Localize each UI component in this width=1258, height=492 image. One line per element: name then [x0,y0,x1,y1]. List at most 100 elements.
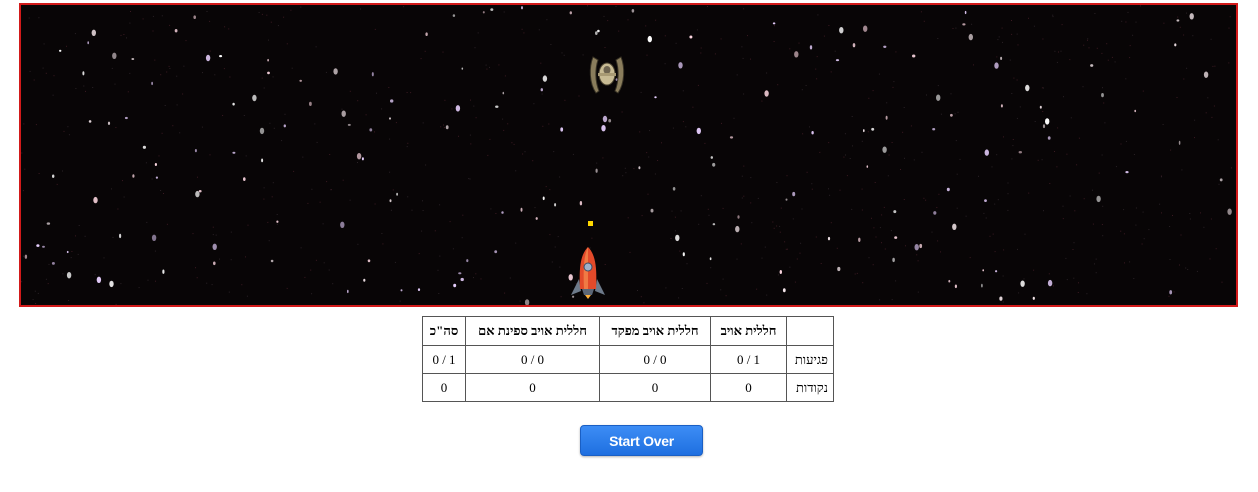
star [132,174,135,178]
star [710,156,713,159]
star [361,157,364,161]
header-commander: חללית אויב מפקד [599,316,711,346]
star [1045,118,1050,125]
star [1042,124,1046,129]
star [772,22,776,25]
star [1203,71,1209,78]
star [59,49,62,52]
star [1096,195,1101,203]
star [782,288,786,293]
star [932,128,936,131]
star [109,280,114,288]
star [602,115,608,123]
star [1134,109,1137,113]
star [252,94,257,102]
star [968,33,973,41]
star [542,196,545,201]
start-over-button[interactable]: Start Over [580,425,703,456]
star [1047,136,1051,140]
star [994,62,999,69]
star [835,59,840,62]
star [883,45,887,48]
star [24,254,28,259]
star [535,217,538,220]
star [729,136,734,139]
star [213,261,216,266]
star [650,208,654,213]
star [195,190,200,198]
star [882,146,887,153]
star [595,168,598,173]
star [205,54,211,62]
star [243,177,246,182]
star [267,58,269,62]
star [764,90,769,97]
star [155,176,158,179]
star [1178,140,1181,145]
star [871,127,875,131]
star [858,237,861,242]
star [87,41,89,45]
star [521,6,523,10]
bullet [588,221,593,226]
star [425,32,428,36]
star [154,163,157,166]
star [894,236,898,239]
star [682,252,685,257]
star [88,120,92,123]
star [982,269,984,272]
row-label-hits: פגיעות [786,345,834,374]
star [91,29,97,36]
star [919,243,923,249]
star [540,88,543,92]
star [946,187,950,192]
table-row: 0 0 0 0 נקודות [422,373,834,402]
star [948,279,951,283]
star [1000,56,1003,61]
star [42,245,45,248]
star [46,222,51,225]
star [837,266,841,272]
star [601,125,606,132]
star [363,278,366,282]
game-canvas[interactable] [19,3,1238,307]
star [962,23,966,26]
points-commander: 0 [599,373,711,402]
star [608,119,612,123]
star [371,72,374,77]
row-label-points: נקודות [786,373,834,402]
star [502,91,505,95]
star [461,67,464,70]
star [1039,105,1042,109]
star [151,234,157,241]
star [142,145,146,149]
star [96,276,102,283]
star [151,81,153,86]
star [794,51,799,58]
star [119,233,122,239]
points-enemy-ship: 0 [710,373,787,402]
star [892,257,895,263]
star [261,158,264,163]
star [341,110,346,117]
star [340,221,345,228]
score-table-header-row: סה"כ חללית אויב ספינת אם חללית אויב מפקד… [422,316,834,346]
star [542,75,548,82]
star [495,105,499,108]
star [66,250,69,254]
star [417,288,421,291]
table-row: 0 / 1 0 / 0 0 / 0 0 / 1 פגיעות [422,345,834,374]
star [1018,151,1022,154]
star [696,127,701,135]
star [1025,84,1030,92]
star [914,244,919,251]
star [299,79,303,82]
star [400,289,403,292]
star [597,29,600,33]
star [984,199,987,203]
star [445,125,449,130]
star [863,25,868,32]
star [194,149,197,153]
star [232,102,235,106]
star [952,223,957,230]
